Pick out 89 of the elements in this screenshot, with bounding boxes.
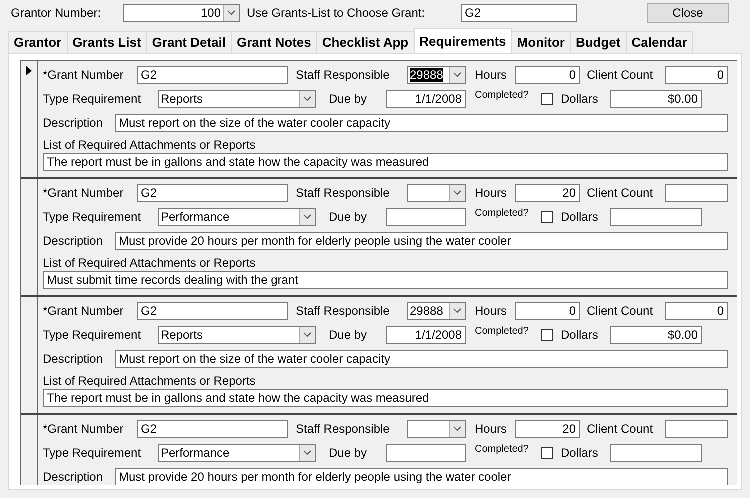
due-by-label: Due by [329, 446, 368, 460]
grant-number-field[interactable]: G2 [137, 420, 288, 438]
hours-label: Hours [475, 186, 508, 200]
description-label: Description [43, 234, 104, 248]
attachments-field[interactable]: Must submit time records dealing with the grant [43, 271, 728, 289]
completed-label: Completed? [475, 208, 530, 219]
hours-field[interactable]: 20 [515, 184, 580, 202]
description-label: Description [43, 116, 104, 130]
type-requirement-combo[interactable]: Reports [158, 326, 316, 344]
completed-label: Completed? [475, 444, 530, 455]
type-requirement-combo[interactable]: Performance [158, 444, 316, 462]
grant-number-label: *Grant Number [43, 68, 125, 82]
attachments-label: List of Required Attachments or Reports [43, 256, 257, 271]
tab[interactable]: Checklist App [316, 31, 415, 53]
completed-checkbox[interactable] [541, 447, 553, 459]
dollars-field[interactable] [610, 208, 702, 226]
close-button[interactable]: Close [647, 3, 729, 23]
tab[interactable]: Budget [570, 31, 627, 53]
attachments-label: List of Required Attachments or Reports [43, 138, 257, 153]
client-count-label: Client Count [587, 422, 654, 436]
hours-label: Hours [475, 68, 508, 82]
description-field[interactable]: Must provide 20 hours per month for elderly people using the water cooler [115, 232, 728, 250]
due-by-field[interactable] [386, 208, 466, 226]
staff-responsible-combo[interactable]: 29888 [407, 302, 466, 320]
hours-field[interactable]: 20 [515, 420, 580, 438]
due-by-field[interactable] [386, 444, 466, 462]
grant-number-label: *Grant Number [43, 304, 125, 318]
tab[interactable]: Grantor [8, 31, 68, 53]
client-count-field[interactable]: 0 [665, 302, 728, 320]
client-count-label: Client Count [587, 186, 654, 200]
grant-number-field[interactable]: G2 [137, 184, 288, 202]
type-requirement-label: Type Requirement [43, 328, 142, 342]
staff-responsible-label: Staff Responsible [296, 186, 391, 200]
completed-checkbox[interactable] [541, 211, 553, 223]
type-requirement-combo[interactable]: Reports [158, 90, 316, 108]
grant-chooser-label: Use Grants-List to Choose Grant: [247, 6, 426, 20]
hours-label: Hours [475, 304, 508, 318]
description-field[interactable]: Must report on the size of the water cooler capacity [115, 350, 728, 368]
grant-number-field[interactable]: G2 [137, 302, 288, 320]
completed-label: Completed? [475, 90, 530, 101]
client-count-label: Client Count [587, 304, 654, 318]
completed-checkbox[interactable] [541, 329, 553, 341]
hours-field[interactable]: 0 [515, 66, 580, 84]
current-record-icon [26, 66, 32, 76]
completed-label: Completed? [475, 326, 530, 337]
dollars-field[interactable]: $0.00 [610, 326, 702, 344]
client-count-field[interactable] [665, 184, 728, 202]
client-count-field[interactable] [665, 420, 728, 438]
hours-label: Hours [475, 422, 508, 436]
grant-number-label: *Grant Number [43, 422, 125, 436]
staff-responsible-combo[interactable] [407, 184, 466, 202]
completed-checkbox[interactable] [541, 93, 553, 105]
dollars-label: Dollars [561, 328, 600, 342]
tab[interactable]: Requirements [414, 28, 512, 53]
dollars-label: Dollars [561, 210, 600, 224]
staff-responsible-combo[interactable] [407, 420, 466, 438]
description-label: Description [43, 352, 104, 366]
tab[interactable]: Calendar [626, 31, 694, 53]
client-count-field[interactable]: 0 [665, 66, 728, 84]
due-by-field[interactable]: 1/1/2008 [386, 326, 466, 344]
grantor-number-combo[interactable]: 100 [123, 4, 240, 22]
attachments-field[interactable]: The report must be in gallons and state how the capacity was measured [43, 153, 728, 171]
description-label: Description [43, 470, 104, 484]
staff-responsible-label: Staff Responsible [296, 68, 391, 82]
hours-field[interactable]: 0 [515, 302, 580, 320]
type-requirement-label: Type Requirement [43, 92, 142, 106]
staff-responsible-combo[interactable]: 29888 [407, 66, 466, 84]
staff-responsible-label: Staff Responsible [296, 422, 391, 436]
description-field[interactable]: Must report on the size of the water cooler capacity [115, 114, 728, 132]
grant-field[interactable]: G2 [461, 4, 577, 22]
type-requirement-label: Type Requirement [43, 446, 142, 460]
grantor-number-label: Grantor Number: [11, 6, 102, 20]
type-requirement-label: Type Requirement [43, 210, 142, 224]
client-count-label: Client Count [587, 68, 654, 82]
dollars-label: Dollars [561, 446, 600, 460]
due-by-label: Due by [329, 328, 368, 342]
grant-number-field[interactable]: G2 [137, 66, 288, 84]
attachments-label: List of Required Attachments or Reports [43, 374, 257, 389]
due-by-field[interactable]: 1/1/2008 [386, 90, 466, 108]
dollars-field[interactable]: $0.00 [610, 90, 702, 108]
description-field[interactable]: Must provide 20 hours per month for elderly people using the water cooler [115, 468, 728, 485]
type-requirement-combo[interactable]: Performance [158, 208, 316, 226]
staff-responsible-label: Staff Responsible [296, 304, 391, 318]
grant-number-label: *Grant Number [43, 186, 125, 200]
dollars-label: Dollars [561, 92, 600, 106]
due-by-label: Due by [329, 92, 368, 106]
dollars-field[interactable] [610, 444, 702, 462]
attachments-field[interactable]: The report must be in gallons and state how the capacity was measured [43, 389, 728, 407]
due-by-label: Due by [329, 210, 368, 224]
